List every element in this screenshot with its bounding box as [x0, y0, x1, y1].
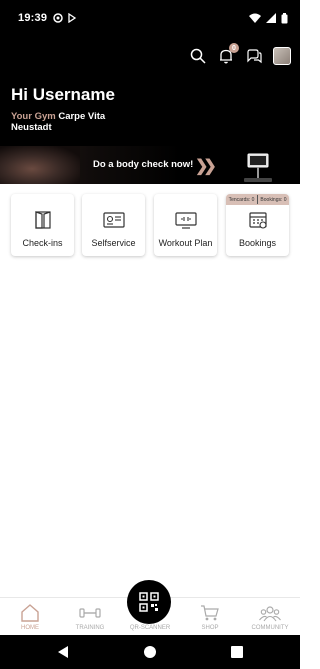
body-scale-icon — [244, 153, 272, 182]
gym-name: Carpe Vita — [58, 111, 106, 122]
tile-workout-plan[interactable]: Workout Plan — [154, 194, 217, 256]
qr-code-icon — [139, 592, 159, 612]
nav-community[interactable]: COMMUNITY — [240, 604, 300, 631]
greeting-title: Hi Username — [11, 85, 115, 104]
athlete-image — [0, 146, 80, 184]
tile-check-ins[interactable]: Check-ins — [11, 194, 74, 256]
double-chevron-right-icon: ❯❯ — [195, 158, 217, 175]
community-icon — [259, 606, 281, 622]
notifications-button[interactable]: 0 — [216, 43, 239, 66]
gym-city: Neustadt — [11, 122, 52, 133]
search-button[interactable] — [188, 46, 208, 66]
recents-icon[interactable] — [231, 646, 243, 658]
monitor-icon — [174, 212, 197, 229]
tile-label: Check-ins — [22, 238, 63, 248]
door-icon — [34, 211, 51, 229]
nav-label: TRAINING — [75, 625, 105, 631]
id-card-icon — [102, 212, 125, 228]
nav-label: HOME — [21, 625, 39, 631]
calendar-icon — [248, 212, 267, 229]
profile-button[interactable] — [272, 46, 292, 66]
play-store-icon — [68, 13, 77, 23]
qr-scanner-label: QR-SCANNER — [129, 625, 171, 631]
body-check-cta: Do a body check now! — [93, 159, 194, 170]
tile-label: Selfservice — [91, 238, 136, 248]
avatar — [273, 47, 291, 65]
status-bar: 19:39 — [0, 0, 300, 36]
gym-label: Your Gym — [11, 111, 56, 122]
messages-button[interactable] — [244, 46, 264, 66]
cell-signal-icon — [266, 13, 276, 23]
tile-selfservice[interactable]: Selfservice — [82, 194, 145, 256]
back-icon[interactable] — [57, 645, 69, 659]
nav-label: SHOP — [201, 625, 219, 631]
nav-home[interactable]: HOME — [0, 604, 60, 631]
signal-dot-icon — [53, 13, 63, 23]
home-icon — [21, 604, 39, 622]
nav-shop[interactable]: SHOP — [180, 604, 240, 631]
wifi-icon — [249, 13, 261, 23]
tencards-label: Tencards — [228, 196, 249, 203]
nav-training[interactable]: TRAINING — [60, 604, 120, 631]
dumbbell-icon — [79, 608, 101, 618]
quick-actions: Check-ins Selfservice Workout Plan Tenca… — [0, 184, 300, 274]
search-icon — [190, 48, 206, 64]
tencards-value: 0 — [251, 196, 255, 203]
bookings-counts: Tencards: 0 Bookings: 0 — [226, 194, 289, 205]
nav-label: COMMUNITY — [251, 625, 289, 631]
bookings-count: Bookings: 0 — [260, 196, 287, 203]
notification-badge: 0 — [229, 43, 239, 53]
status-time: 19:39 — [18, 12, 48, 24]
battery-icon — [281, 12, 288, 23]
gym-info: Your Gym Carpe Vita Neustadt — [11, 111, 300, 133]
chat-bubbles-icon — [247, 49, 262, 64]
home-circle-icon[interactable] — [143, 645, 157, 659]
shopping-cart-icon — [201, 605, 219, 621]
greeting-section: Hi Username Your Gym Carpe Vita Neustadt — [0, 80, 300, 146]
bookings-value: 0 — [283, 196, 287, 203]
tile-label: Workout Plan — [158, 238, 213, 248]
body-check-banner[interactable]: Do a body check now! ❯❯ — [0, 146, 300, 184]
tencards-count: Tencards: 0 — [228, 196, 255, 203]
bookings-label: Bookings — [260, 196, 281, 203]
tile-label: Bookings — [238, 238, 277, 248]
app-header: 0 — [0, 36, 300, 80]
qr-scanner-button[interactable] — [127, 580, 171, 624]
tile-bookings[interactable]: Tencards: 0 Bookings: 0 Bookings — [226, 194, 289, 256]
system-navigation-bar — [0, 635, 300, 669]
